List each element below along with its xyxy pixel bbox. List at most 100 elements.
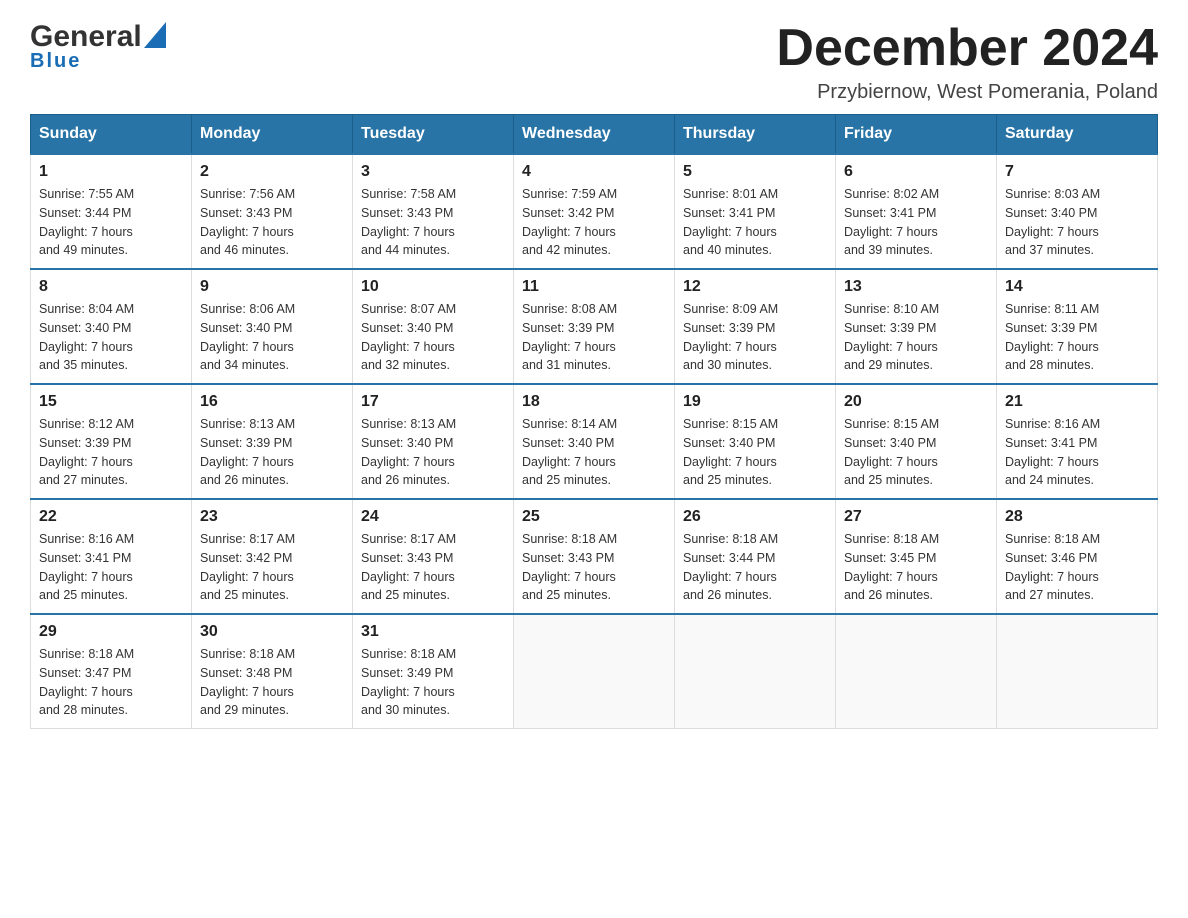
day-info: Sunrise: 8:08 AMSunset: 3:39 PMDaylight:… xyxy=(522,300,666,375)
day-info: Sunrise: 8:18 AMSunset: 3:43 PMDaylight:… xyxy=(522,530,666,605)
day-info: Sunrise: 8:11 AMSunset: 3:39 PMDaylight:… xyxy=(1005,300,1149,375)
calendar-cell: 25 Sunrise: 8:18 AMSunset: 3:43 PMDayligh… xyxy=(514,499,675,614)
calendar-week-row: 8 Sunrise: 8:04 AMSunset: 3:40 PMDaylight… xyxy=(31,269,1158,384)
day-info: Sunrise: 8:04 AMSunset: 3:40 PMDaylight:… xyxy=(39,300,183,375)
calendar-cell: 24 Sunrise: 8:17 AMSunset: 3:43 PMDayligh… xyxy=(353,499,514,614)
day-number: 30 xyxy=(200,623,344,641)
calendar-cell: 11 Sunrise: 8:08 AMSunset: 3:39 PMDayligh… xyxy=(514,269,675,384)
day-info: Sunrise: 8:10 AMSunset: 3:39 PMDaylight:… xyxy=(844,300,988,375)
day-info: Sunrise: 8:18 AMSunset: 3:47 PMDaylight:… xyxy=(39,645,183,720)
day-number: 11 xyxy=(522,278,666,296)
calendar-cell: 2 Sunrise: 7:56 AMSunset: 3:43 PMDaylight… xyxy=(192,154,353,269)
day-info: Sunrise: 8:18 AMSunset: 3:49 PMDaylight:… xyxy=(361,645,505,720)
day-info: Sunrise: 8:17 AMSunset: 3:42 PMDaylight:… xyxy=(200,530,344,605)
day-number: 22 xyxy=(39,508,183,526)
weekday-header: Monday xyxy=(192,115,353,155)
day-number: 21 xyxy=(1005,393,1149,411)
day-info: Sunrise: 8:13 AMSunset: 3:40 PMDaylight:… xyxy=(361,415,505,490)
day-info: Sunrise: 8:16 AMSunset: 3:41 PMDaylight:… xyxy=(1005,415,1149,490)
day-number: 4 xyxy=(522,163,666,181)
day-info: Sunrise: 8:18 AMSunset: 3:44 PMDaylight:… xyxy=(683,530,827,605)
day-info: Sunrise: 7:56 AMSunset: 3:43 PMDaylight:… xyxy=(200,185,344,260)
location-subtitle: Przybiernow, West Pomerania, Poland xyxy=(776,81,1158,104)
calendar-cell xyxy=(514,614,675,729)
calendar-cell: 29 Sunrise: 8:18 AMSunset: 3:47 PMDayligh… xyxy=(31,614,192,729)
calendar-cell: 7 Sunrise: 8:03 AMSunset: 3:40 PMDaylight… xyxy=(997,154,1158,269)
day-info: Sunrise: 8:09 AMSunset: 3:39 PMDaylight:… xyxy=(683,300,827,375)
page-header: General Blue December 2024 Przybiernow, … xyxy=(30,20,1158,104)
day-info: Sunrise: 8:12 AMSunset: 3:39 PMDaylight:… xyxy=(39,415,183,490)
day-info: Sunrise: 8:03 AMSunset: 3:40 PMDaylight:… xyxy=(1005,185,1149,260)
day-number: 9 xyxy=(200,278,344,296)
day-number: 2 xyxy=(200,163,344,181)
day-number: 20 xyxy=(844,393,988,411)
day-number: 18 xyxy=(522,393,666,411)
calendar-cell: 16Sunrise: 8:13 AMSunset: 3:39 PMDayligh… xyxy=(192,384,353,499)
day-info: Sunrise: 8:07 AMSunset: 3:40 PMDaylight:… xyxy=(361,300,505,375)
day-number: 8 xyxy=(39,278,183,296)
calendar-week-row: 15 Sunrise: 8:12 AMSunset: 3:39 PMDayligh… xyxy=(31,384,1158,499)
day-number: 23 xyxy=(200,508,344,526)
calendar-cell: 26Sunrise: 8:18 AMSunset: 3:44 PMDayligh… xyxy=(675,499,836,614)
logo-icon xyxy=(144,22,166,48)
calendar-cell: 3 Sunrise: 7:58 AMSunset: 3:43 PMDaylight… xyxy=(353,154,514,269)
day-number: 28 xyxy=(1005,508,1149,526)
day-number: 29 xyxy=(39,623,183,641)
day-number: 19 xyxy=(683,393,827,411)
calendar-cell: 22Sunrise: 8:16 AMSunset: 3:41 PMDayligh… xyxy=(31,499,192,614)
weekday-header: Sunday xyxy=(31,115,192,155)
calendar-cell: 18 Sunrise: 8:14 AMSunset: 3:40 PMDayligh… xyxy=(514,384,675,499)
calendar-cell: 27Sunrise: 8:18 AMSunset: 3:45 PMDayligh… xyxy=(836,499,997,614)
day-number: 7 xyxy=(1005,163,1149,181)
calendar-cell: 8 Sunrise: 8:04 AMSunset: 3:40 PMDaylight… xyxy=(31,269,192,384)
day-info: Sunrise: 8:18 AMSunset: 3:48 PMDaylight:… xyxy=(200,645,344,720)
day-info: Sunrise: 8:18 AMSunset: 3:46 PMDaylight:… xyxy=(1005,530,1149,605)
day-info: Sunrise: 7:58 AMSunset: 3:43 PMDaylight:… xyxy=(361,185,505,260)
day-number: 24 xyxy=(361,508,505,526)
title-block: December 2024 Przybiernow, West Pomerani… xyxy=(776,20,1158,104)
calendar-cell xyxy=(997,614,1158,729)
day-number: 31 xyxy=(361,623,505,641)
weekday-header: Tuesday xyxy=(353,115,514,155)
calendar-cell: 9 Sunrise: 8:06 AMSunset: 3:40 PMDaylight… xyxy=(192,269,353,384)
weekday-header: Saturday xyxy=(997,115,1158,155)
calendar-cell: 28 Sunrise: 8:18 AMSunset: 3:46 PMDayligh… xyxy=(997,499,1158,614)
calendar-table: SundayMondayTuesdayWednesdayThursdayFrid… xyxy=(30,114,1158,729)
calendar-cell: 31 Sunrise: 8:18 AMSunset: 3:49 PMDayligh… xyxy=(353,614,514,729)
calendar-cell: 10Sunrise: 8:07 AMSunset: 3:40 PMDayligh… xyxy=(353,269,514,384)
calendar-header-row: SundayMondayTuesdayWednesdayThursdayFrid… xyxy=(31,115,1158,155)
calendar-cell: 20 Sunrise: 8:15 AMSunset: 3:40 PMDayligh… xyxy=(836,384,997,499)
logo-name: General xyxy=(30,20,142,54)
day-info: Sunrise: 8:17 AMSunset: 3:43 PMDaylight:… xyxy=(361,530,505,605)
day-info: Sunrise: 8:01 AMSunset: 3:41 PMDaylight:… xyxy=(683,185,827,260)
calendar-cell: 14 Sunrise: 8:11 AMSunset: 3:39 PMDayligh… xyxy=(997,269,1158,384)
calendar-cell: 19 Sunrise: 8:15 AMSunset: 3:40 PMDayligh… xyxy=(675,384,836,499)
day-number: 14 xyxy=(1005,278,1149,296)
calendar-cell xyxy=(836,614,997,729)
calendar-cell: 17 Sunrise: 8:13 AMSunset: 3:40 PMDayligh… xyxy=(353,384,514,499)
weekday-header: Thursday xyxy=(675,115,836,155)
day-info: Sunrise: 8:06 AMSunset: 3:40 PMDaylight:… xyxy=(200,300,344,375)
calendar-cell: 13 Sunrise: 8:10 AMSunset: 3:39 PMDayligh… xyxy=(836,269,997,384)
day-number: 5 xyxy=(683,163,827,181)
month-title: December 2024 xyxy=(776,20,1158,77)
day-info: Sunrise: 7:59 AMSunset: 3:42 PMDaylight:… xyxy=(522,185,666,260)
calendar-cell: 30 Sunrise: 8:18 AMSunset: 3:48 PMDayligh… xyxy=(192,614,353,729)
calendar-cell: 12 Sunrise: 8:09 AMSunset: 3:39 PMDayligh… xyxy=(675,269,836,384)
day-number: 27 xyxy=(844,508,988,526)
calendar-week-row: 1Sunrise: 7:55 AMSunset: 3:44 PMDaylight… xyxy=(31,154,1158,269)
calendar-cell: 21 Sunrise: 8:16 AMSunset: 3:41 PMDayligh… xyxy=(997,384,1158,499)
logo: General Blue xyxy=(30,20,166,73)
day-number: 25 xyxy=(522,508,666,526)
day-info: Sunrise: 8:15 AMSunset: 3:40 PMDaylight:… xyxy=(683,415,827,490)
day-number: 15 xyxy=(39,393,183,411)
day-number: 12 xyxy=(683,278,827,296)
day-info: Sunrise: 8:02 AMSunset: 3:41 PMDaylight:… xyxy=(844,185,988,260)
day-number: 3 xyxy=(361,163,505,181)
day-number: 17 xyxy=(361,393,505,411)
day-info: Sunrise: 8:13 AMSunset: 3:39 PMDaylight:… xyxy=(200,415,344,490)
day-info: Sunrise: 8:15 AMSunset: 3:40 PMDaylight:… xyxy=(844,415,988,490)
weekday-header: Wednesday xyxy=(514,115,675,155)
day-number: 13 xyxy=(844,278,988,296)
day-info: Sunrise: 8:14 AMSunset: 3:40 PMDaylight:… xyxy=(522,415,666,490)
